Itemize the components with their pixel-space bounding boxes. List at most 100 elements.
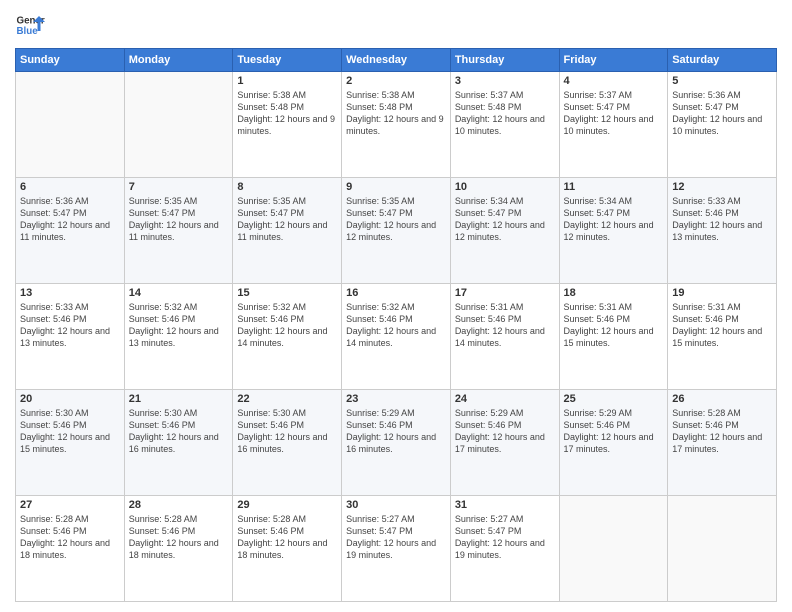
- logo-icon: General Blue: [15, 10, 45, 40]
- calendar-cell: 26 Sunrise: 5:28 AM Sunset: 5:46 PM Dayli…: [668, 390, 777, 496]
- calendar-cell: 19Sunrise: 5:31 AM Sunset: 5:46 PM Dayli…: [668, 284, 777, 390]
- calendar-cell: [124, 72, 233, 178]
- calendar-cell: 3 Sunrise: 5:37 AM Sunset: 5:48 PM Daylig…: [450, 72, 559, 178]
- day-header-sunday: Sunday: [16, 49, 125, 72]
- day-number: 9: [346, 181, 446, 193]
- calendar-cell: 5 Sunrise: 5:36 AM Sunset: 5:47 PM Daylig…: [668, 72, 777, 178]
- calendar-cell: 1 Sunrise: 5:38 AM Sunset: 5:48 PM Daylig…: [233, 72, 342, 178]
- calendar-cell: 30Sunrise: 5:27 AM Sunset: 5:47 PM Dayli…: [342, 496, 451, 602]
- day-number: 15: [237, 287, 337, 299]
- day-number: 8: [237, 181, 337, 193]
- calendar-cell: 29 Sunrise: 5:28 AM Sunset: 5:46 PM Dayli…: [233, 496, 342, 602]
- day-number: 27: [20, 499, 120, 511]
- day-info: Sunrise: 5:28 AM Sunset: 5:46 PM Dayligh…: [237, 513, 337, 562]
- day-info: Sunrise: 5:30 AM Sunset: 5:46 PM Dayligh…: [20, 407, 120, 456]
- day-info: Sunrise: 5:36 AM Sunset: 5:47 PM Dayligh…: [20, 195, 120, 244]
- calendar-cell: 2 Sunrise: 5:38 AM Sunset: 5:48 PM Daylig…: [342, 72, 451, 178]
- day-header-friday: Friday: [559, 49, 668, 72]
- day-header-wednesday: Wednesday: [342, 49, 451, 72]
- day-info: Sunrise: 5:38 AM Sunset: 5:48 PM Dayligh…: [237, 89, 337, 138]
- calendar-cell: 7Sunrise: 5:35 AM Sunset: 5:47 PM Daylig…: [124, 178, 233, 284]
- calendar-cell: 16 Sunrise: 5:32 AM Sunset: 5:46 PM Dayli…: [342, 284, 451, 390]
- day-info: Sunrise: 5:31 AM Sunset: 5:46 PM Dayligh…: [564, 301, 664, 350]
- day-header-saturday: Saturday: [668, 49, 777, 72]
- day-info: Sunrise: 5:34 AM Sunset: 5:47 PM Dayligh…: [564, 195, 664, 244]
- day-number: 18: [564, 287, 664, 299]
- day-number: 2: [346, 75, 446, 87]
- calendar-cell: 22 Sunrise: 5:30 AM Sunset: 5:46 PM Dayli…: [233, 390, 342, 496]
- svg-text:Blue: Blue: [17, 26, 39, 37]
- day-header-monday: Monday: [124, 49, 233, 72]
- calendar-cell: 24 Sunrise: 5:29 AM Sunset: 5:46 PM Dayli…: [450, 390, 559, 496]
- day-number: 6: [20, 181, 120, 193]
- logo: General Blue: [15, 10, 45, 40]
- day-number: 30: [346, 499, 446, 511]
- day-number: 1: [237, 75, 337, 87]
- day-number: 10: [455, 181, 555, 193]
- day-number: 11: [564, 181, 664, 193]
- calendar-cell: 20Sunrise: 5:30 AM Sunset: 5:46 PM Dayli…: [16, 390, 125, 496]
- day-info: Sunrise: 5:28 AM Sunset: 5:46 PM Dayligh…: [672, 407, 772, 456]
- day-number: 4: [564, 75, 664, 87]
- calendar-cell: 10Sunrise: 5:34 AM Sunset: 5:47 PM Dayli…: [450, 178, 559, 284]
- day-info: Sunrise: 5:38 AM Sunset: 5:48 PM Dayligh…: [346, 89, 446, 138]
- day-number: 25: [564, 393, 664, 405]
- calendar-week-3: 20Sunrise: 5:30 AM Sunset: 5:46 PM Dayli…: [16, 390, 777, 496]
- calendar-cell: 12 Sunrise: 5:33 AM Sunset: 5:46 PM Dayli…: [668, 178, 777, 284]
- calendar-cell: 21 Sunrise: 5:30 AM Sunset: 5:46 PM Dayli…: [124, 390, 233, 496]
- day-info: Sunrise: 5:33 AM Sunset: 5:46 PM Dayligh…: [672, 195, 772, 244]
- calendar-cell: 14 Sunrise: 5:32 AM Sunset: 5:46 PM Dayli…: [124, 284, 233, 390]
- day-number: 29: [237, 499, 337, 511]
- calendar-cell: 9 Sunrise: 5:35 AM Sunset: 5:47 PM Daylig…: [342, 178, 451, 284]
- day-number: 23: [346, 393, 446, 405]
- day-info: Sunrise: 5:33 AM Sunset: 5:46 PM Dayligh…: [20, 301, 120, 350]
- day-number: 3: [455, 75, 555, 87]
- header: General Blue: [15, 10, 777, 40]
- day-number: 28: [129, 499, 229, 511]
- day-info: Sunrise: 5:32 AM Sunset: 5:46 PM Dayligh…: [346, 301, 446, 350]
- day-info: Sunrise: 5:29 AM Sunset: 5:46 PM Dayligh…: [455, 407, 555, 456]
- calendar-cell: [559, 496, 668, 602]
- day-header-tuesday: Tuesday: [233, 49, 342, 72]
- day-info: Sunrise: 5:29 AM Sunset: 5:46 PM Dayligh…: [346, 407, 446, 456]
- day-info: Sunrise: 5:32 AM Sunset: 5:46 PM Dayligh…: [129, 301, 229, 350]
- day-info: Sunrise: 5:29 AM Sunset: 5:46 PM Dayligh…: [564, 407, 664, 456]
- calendar-week-0: 1 Sunrise: 5:38 AM Sunset: 5:48 PM Daylig…: [16, 72, 777, 178]
- calendar-cell: 8 Sunrise: 5:35 AM Sunset: 5:47 PM Daylig…: [233, 178, 342, 284]
- day-info: Sunrise: 5:35 AM Sunset: 5:47 PM Dayligh…: [346, 195, 446, 244]
- day-number: 17: [455, 287, 555, 299]
- day-info: Sunrise: 5:35 AM Sunset: 5:47 PM Dayligh…: [237, 195, 337, 244]
- day-info: Sunrise: 5:37 AM Sunset: 5:47 PM Dayligh…: [564, 89, 664, 138]
- day-info: Sunrise: 5:28 AM Sunset: 5:46 PM Dayligh…: [129, 513, 229, 562]
- page: General Blue SundayMondayTuesdayWednesda…: [0, 0, 792, 612]
- calendar-body: 1 Sunrise: 5:38 AM Sunset: 5:48 PM Daylig…: [16, 72, 777, 602]
- calendar-cell: [16, 72, 125, 178]
- day-info: Sunrise: 5:30 AM Sunset: 5:46 PM Dayligh…: [237, 407, 337, 456]
- day-info: Sunrise: 5:30 AM Sunset: 5:46 PM Dayligh…: [129, 407, 229, 456]
- day-number: 31: [455, 499, 555, 511]
- calendar-cell: 31 Sunrise: 5:27 AM Sunset: 5:47 PM Dayli…: [450, 496, 559, 602]
- day-info: Sunrise: 5:36 AM Sunset: 5:47 PM Dayligh…: [672, 89, 772, 138]
- day-number: 13: [20, 287, 120, 299]
- day-number: 5: [672, 75, 772, 87]
- day-number: 19: [672, 287, 772, 299]
- day-info: Sunrise: 5:35 AM Sunset: 5:47 PM Dayligh…: [129, 195, 229, 244]
- day-number: 22: [237, 393, 337, 405]
- day-number: 24: [455, 393, 555, 405]
- day-number: 12: [672, 181, 772, 193]
- day-number: 21: [129, 393, 229, 405]
- day-number: 16: [346, 287, 446, 299]
- day-info: Sunrise: 5:31 AM Sunset: 5:46 PM Dayligh…: [455, 301, 555, 350]
- day-info: Sunrise: 5:37 AM Sunset: 5:48 PM Dayligh…: [455, 89, 555, 138]
- calendar-week-1: 6 Sunrise: 5:36 AM Sunset: 5:47 PM Daylig…: [16, 178, 777, 284]
- calendar-cell: 18 Sunrise: 5:31 AM Sunset: 5:46 PM Dayli…: [559, 284, 668, 390]
- day-number: 26: [672, 393, 772, 405]
- calendar-cell: 25 Sunrise: 5:29 AM Sunset: 5:46 PM Dayli…: [559, 390, 668, 496]
- calendar-cell: 23 Sunrise: 5:29 AM Sunset: 5:46 PM Dayli…: [342, 390, 451, 496]
- calendar-header-row: SundayMondayTuesdayWednesdayThursdayFrid…: [16, 49, 777, 72]
- calendar-cell: 13 Sunrise: 5:33 AM Sunset: 5:46 PM Dayli…: [16, 284, 125, 390]
- day-info: Sunrise: 5:32 AM Sunset: 5:46 PM Dayligh…: [237, 301, 337, 350]
- day-info: Sunrise: 5:27 AM Sunset: 5:47 PM Dayligh…: [455, 513, 555, 562]
- day-number: 14: [129, 287, 229, 299]
- calendar-cell: 15 Sunrise: 5:32 AM Sunset: 5:46 PM Dayli…: [233, 284, 342, 390]
